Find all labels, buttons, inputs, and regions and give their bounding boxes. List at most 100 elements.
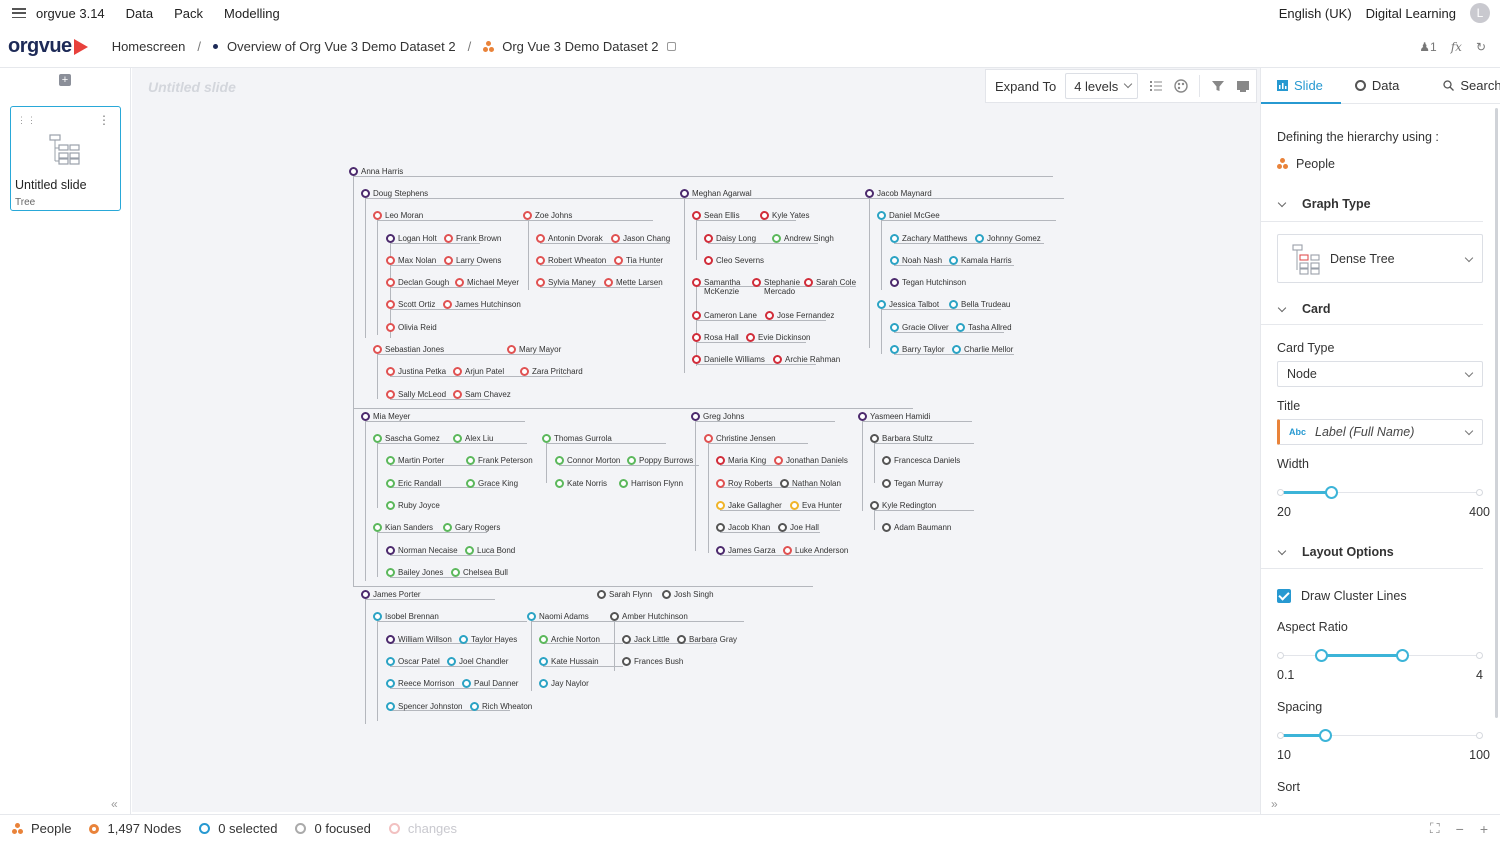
- tree-node[interactable]: Luca Bond: [465, 546, 515, 555]
- tree-node[interactable]: Danielle Williams: [692, 355, 765, 364]
- collapse-right-panel-icon[interactable]: »: [1271, 797, 1278, 811]
- tree-node[interactable]: Samantha McKenzie: [692, 278, 750, 296]
- tree-node[interactable]: Sebastian Jones: [373, 345, 444, 354]
- status-changes[interactable]: changes: [388, 821, 457, 836]
- tree-node[interactable]: Frances Bush: [622, 657, 683, 666]
- formula-icon[interactable]: fx: [1451, 40, 1462, 54]
- tree-node[interactable]: Arjun Patel: [453, 367, 504, 376]
- tree-node[interactable]: Barbara Stultz: [870, 434, 933, 443]
- tree-node[interactable]: Jonathan Daniels: [774, 456, 848, 465]
- graph-type-section[interactable]: Graph Type: [1277, 197, 1371, 211]
- tree-node[interactable]: Michael Meyer: [455, 278, 519, 287]
- tree-node[interactable]: Sylvia Maney: [536, 278, 596, 287]
- tree-node[interactable]: Taylor Hayes: [459, 635, 517, 644]
- tree-node[interactable]: Jessica Talbot: [877, 300, 939, 309]
- tree-node[interactable]: Amber Hutchinson: [610, 612, 688, 621]
- tree-node[interactable]: Nathan Nolan: [780, 479, 841, 488]
- tree-node[interactable]: Mia Meyer: [361, 412, 410, 421]
- tree-node[interactable]: Rosa Hall: [692, 333, 739, 342]
- tree-node[interactable]: Jay Naylor: [539, 679, 589, 688]
- tree-node[interactable]: Sarah Flynn: [597, 590, 652, 599]
- tree-node[interactable]: Luke Anderson: [783, 546, 848, 555]
- status-focused[interactable]: 0 focused: [295, 821, 371, 836]
- tree-node[interactable]: Daisy Long: [704, 234, 756, 243]
- tree-node[interactable]: Jose Fernandez: [765, 311, 834, 320]
- tab-slide[interactable]: Slide: [1277, 78, 1323, 93]
- workspace-selector[interactable]: Digital Learning: [1366, 6, 1456, 21]
- tree-node[interactable]: Gracie Oliver: [890, 323, 949, 332]
- status-selected[interactable]: 0 selected: [199, 821, 277, 836]
- tree-node[interactable]: Sean Ellis: [692, 211, 740, 220]
- tree-node[interactable]: Joel Chandler: [447, 657, 508, 666]
- collapse-left-panel-icon[interactable]: «: [111, 797, 118, 811]
- palette-icon[interactable]: [1174, 79, 1188, 93]
- tree-node[interactable]: Declan Gough: [386, 278, 449, 287]
- tree-node[interactable]: Tegan Hutchinson: [890, 278, 966, 287]
- tree-node[interactable]: Tasha Allred: [956, 323, 1012, 332]
- tree-node[interactable]: Leo Moran: [373, 211, 423, 220]
- tree-node[interactable]: Frank Peterson: [466, 456, 533, 465]
- open-external-icon[interactable]: [666, 42, 676, 51]
- tree-node[interactable]: Kate Hussain: [539, 657, 599, 666]
- tree-node[interactable]: Jason Chang: [611, 234, 670, 243]
- breadcrumb-dataset[interactable]: Org Vue 3 Demo Dataset 2: [502, 39, 658, 54]
- tree-node[interactable]: Zoe Johns: [523, 211, 572, 220]
- tree-node[interactable]: Jack Little: [622, 635, 670, 644]
- tree-node[interactable]: Jacob Maynard: [865, 189, 932, 198]
- tree-node[interactable]: Doug Stephens: [361, 189, 428, 198]
- tree-node[interactable]: Jake Gallagher: [716, 501, 782, 510]
- tree-node[interactable]: Roy Roberts: [716, 479, 772, 488]
- tree-node[interactable]: Mary Mayor: [507, 345, 561, 354]
- tree-node[interactable]: Noah Nash: [890, 256, 942, 265]
- zoom-out-icon[interactable]: −: [1456, 821, 1464, 837]
- tree-node[interactable]: Kyle Yates: [760, 211, 810, 220]
- tree-node[interactable]: Max Nolan: [386, 256, 436, 265]
- tree-node[interactable]: Larry Owens: [444, 256, 501, 265]
- tree-node[interactable]: Cleo Severns: [704, 256, 764, 265]
- slide-title[interactable]: Untitled slide: [148, 79, 236, 95]
- tree-node[interactable]: Tia Hunter: [614, 256, 663, 265]
- list-view-icon[interactable]: [1149, 79, 1163, 93]
- tree-node[interactable]: Paul Danner: [462, 679, 518, 688]
- tree-node[interactable]: Sally McLeod: [386, 390, 446, 399]
- canvas[interactable]: Untitled slide Expand To 4 levels Anna H…: [132, 68, 1260, 812]
- tree-node[interactable]: Stephanie Mercado: [752, 278, 810, 296]
- tree-node[interactable]: Zachary Matthews: [890, 234, 967, 243]
- tree-node[interactable]: Tegan Murray: [882, 479, 943, 488]
- tree-node[interactable]: Cameron Lane: [692, 311, 757, 320]
- width-slider[interactable]: [1277, 483, 1483, 503]
- tree-node[interactable]: Oscar Patel: [386, 657, 440, 666]
- breadcrumb-overview[interactable]: Overview of Org Vue 3 Demo Dataset 2: [227, 39, 456, 54]
- tree-node[interactable]: Daniel McGee: [877, 211, 940, 220]
- tree-node[interactable]: Justina Petka: [386, 367, 446, 376]
- aspect-ratio-slider[interactable]: [1277, 646, 1483, 666]
- tree-node[interactable]: Joe Hall: [778, 523, 819, 532]
- tree-node[interactable]: William Willson: [386, 635, 452, 644]
- tree-node[interactable]: Spencer Johnston: [386, 702, 463, 711]
- menu-pack[interactable]: Pack: [174, 6, 203, 21]
- tree-node[interactable]: Olivia Reid: [386, 323, 437, 332]
- tree-node[interactable]: Sascha Gomez: [373, 434, 440, 443]
- spacing-slider[interactable]: [1277, 726, 1483, 746]
- orgvue-logo[interactable]: orgvue: [8, 35, 88, 58]
- tree-node[interactable]: Greg Johns: [691, 412, 744, 421]
- breadcrumb-homescreen[interactable]: Homescreen: [112, 39, 186, 54]
- tree-node[interactable]: Logan Holt: [386, 234, 437, 243]
- tree-node[interactable]: Christine Jensen: [704, 434, 776, 443]
- filter-icon[interactable]: [1211, 79, 1225, 93]
- tree-node[interactable]: Bella Trudeau: [949, 300, 1010, 309]
- tree-node[interactable]: Kate Norris: [555, 479, 607, 488]
- tree-node[interactable]: Mette Larsen: [604, 278, 663, 287]
- tree-node[interactable]: Isobel Brennan: [373, 612, 439, 621]
- refresh-icon[interactable]: ↻: [1476, 40, 1486, 54]
- tree-node[interactable]: Martin Porter: [386, 456, 444, 465]
- tree-node[interactable]: Rich Wheaton: [470, 702, 532, 711]
- zoom-in-icon[interactable]: +: [1480, 821, 1488, 837]
- tree-node[interactable]: Yasmeen Hamidi: [858, 412, 930, 421]
- tree-node[interactable]: Chelsea Bull: [451, 568, 508, 577]
- tree-node[interactable]: Reece Morrison: [386, 679, 454, 688]
- tree-node[interactable]: Thomas Gurrola: [542, 434, 612, 443]
- tree-node[interactable]: James Porter: [361, 590, 421, 599]
- slide-thumbnail[interactable]: ⋮⋮ ⋮ Untitled slide Tree: [10, 106, 121, 211]
- tree-node[interactable]: Robert Wheaton: [536, 256, 606, 265]
